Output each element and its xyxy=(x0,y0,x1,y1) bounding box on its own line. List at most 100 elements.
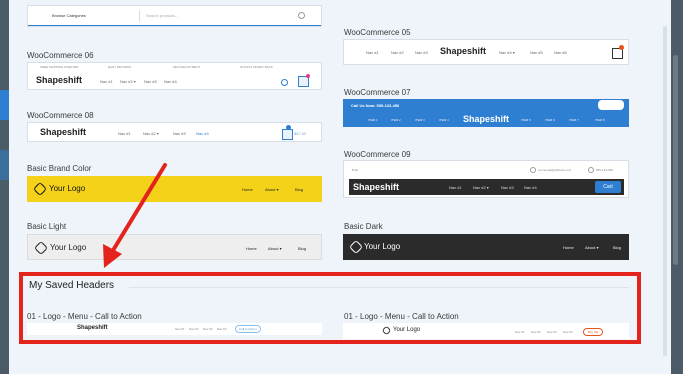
nav-item: Nav #3 xyxy=(173,131,186,136)
menu-item: ITEM 2 xyxy=(391,118,401,122)
menu-item: ITEM 6 xyxy=(545,118,555,122)
cart-icon xyxy=(282,129,293,140)
topbar-item: 30 DAYS MONEY BACK xyxy=(240,65,273,69)
background-strip xyxy=(0,150,9,180)
nav-item: Nav #1 xyxy=(515,330,525,334)
logo: Shapeshift xyxy=(77,325,108,331)
email-icon xyxy=(530,167,536,173)
thumb-saved-2[interactable]: Your Logo Nav #1 Nav #2 Nav #3 Nav #4 Bu… xyxy=(343,323,629,339)
thumb-woo05[interactable]: Nav #1 Nav #2 Nav #3 Shapeshift Nav #4 ▾… xyxy=(343,39,629,65)
logo-icon xyxy=(32,181,48,197)
logo-icon xyxy=(381,325,392,336)
nav-item: Nav #4 ▾ xyxy=(499,50,515,55)
nav-item: Nav #5 xyxy=(530,50,543,55)
cta-button: Buy Me xyxy=(583,328,604,336)
header-templates-modal: Browse Categories Search products... Woo… xyxy=(9,0,671,374)
social-icons: f t in xyxy=(352,168,358,172)
cart-button: Cart xyxy=(595,181,621,193)
nav-item: Nav #3 xyxy=(144,79,157,84)
nav-item: Nav #4 xyxy=(196,131,209,136)
thumb-basic-brand[interactable]: Your Logo Home About ▾ Blog xyxy=(27,176,322,202)
logo: Your Logo xyxy=(364,242,401,251)
background-strip xyxy=(0,90,9,120)
category-select: Browse Categories xyxy=(40,10,140,22)
nav-item: About ▾ xyxy=(268,246,282,251)
nav-item: Blog xyxy=(298,246,307,251)
card-title-woo09: WooCommerce 09 xyxy=(344,150,411,159)
nav-item: Nav #3 xyxy=(203,327,213,331)
logo: Shapeshift xyxy=(353,182,400,192)
nav-item: Nav #3 xyxy=(415,50,428,55)
menu-item: ITEM 4 xyxy=(439,118,449,122)
card-title-light: Basic Light xyxy=(27,222,67,231)
nav-item: Nav #1 xyxy=(366,50,379,55)
phone-icon xyxy=(588,167,594,173)
thumb-basic-light[interactable]: Your Logo Home About ▾ Blog xyxy=(27,234,322,260)
thumb-woo06[interactable]: FREE SHIPPING OVER $60 EASY RETURNS SECU… xyxy=(27,62,322,90)
background-right-edge xyxy=(671,0,683,374)
thumb-basic-dark[interactable]: Your Logo Home About ▾ Blog xyxy=(343,234,629,260)
phone-text: 555-123-456 xyxy=(596,168,614,172)
nav-item: Nav #4 xyxy=(164,79,177,84)
cta-button: Call to Action xyxy=(235,325,261,333)
thumb-search-header[interactable]: Browse Categories Search products... xyxy=(27,5,322,27)
nav-item: About ▾ xyxy=(585,245,599,250)
nav-item: Nav #3 xyxy=(547,330,557,334)
nav-item: Nav #1 xyxy=(118,131,131,136)
logo: Shapeshift xyxy=(463,114,510,124)
menu-item: ITEM 3 xyxy=(415,118,425,122)
thumb-saved-1[interactable]: Shapeshift Nav #1 Nav #2 Nav #3 Nav #4 C… xyxy=(27,323,322,335)
card-title-woo06: WooCommerce 06 xyxy=(27,51,94,60)
nav-item: Nav #2 xyxy=(531,330,541,334)
nav-item: Nav #1 xyxy=(100,79,113,84)
cart-badge xyxy=(619,45,624,50)
logo-icon xyxy=(33,240,49,256)
card-title-saved-2: 01 - Logo - Menu - Call to Action xyxy=(344,312,459,321)
cart-price: $57.00 xyxy=(294,131,307,136)
background-left-edge xyxy=(0,0,9,374)
cart-widget xyxy=(598,100,624,110)
nav-item: Home xyxy=(563,245,574,250)
background-scrollbar xyxy=(673,55,678,265)
email-text: youremail@address.com xyxy=(538,168,572,172)
thumb-woo08[interactable]: Shapeshift Nav #1 Nav #2 ▾ Nav #3 Nav #4… xyxy=(27,122,322,142)
card-title-dark: Basic Dark xyxy=(344,222,383,231)
nav-item: Blog xyxy=(613,245,622,250)
nav-item: Nav #4 xyxy=(524,185,537,190)
nav-item: Nav #2 xyxy=(391,50,404,55)
modal-scrollbar[interactable] xyxy=(663,26,667,356)
logo: Shapeshift xyxy=(36,75,83,85)
card-title-woo05: WooCommerce 05 xyxy=(344,28,411,37)
section-heading: My Saved Headers xyxy=(29,280,115,291)
thumb-woo07[interactable]: Call Us Now: 555-123-456 ITEM 1 ITEM 2 I… xyxy=(343,99,629,127)
topbar-item: FREE SHIPPING OVER $60 xyxy=(40,65,79,69)
nav-item: Blog xyxy=(295,187,304,192)
logo: Your Logo xyxy=(49,184,86,193)
nav-item: Nav #2 ▾ xyxy=(120,79,136,84)
nav-item: Nav #2 ▾ xyxy=(143,131,159,136)
divider xyxy=(129,287,629,288)
nav-item: Nav #3 xyxy=(501,185,514,190)
accent-line xyxy=(28,25,321,26)
nav-item: Nav #6 xyxy=(554,50,567,55)
nav-item: Nav #2 ▾ xyxy=(473,185,489,190)
logo: Shapeshift xyxy=(40,127,87,137)
nav-item: Nav #4 xyxy=(217,327,227,331)
cart-badge xyxy=(286,125,291,130)
card-title-brand: Basic Brand Color xyxy=(27,164,92,173)
topbar-item: EASY RETURNS xyxy=(108,65,132,69)
menu-item: ITEM 7 xyxy=(569,118,579,122)
nav-item: Home xyxy=(246,246,257,251)
nav-item: Nav #4 xyxy=(563,330,573,334)
eye-icon xyxy=(281,79,288,86)
cart-badge xyxy=(306,74,310,78)
dark-nav-bar: Shapeshift Nav #1 Nav #2 ▾ Nav #3 Nav #4… xyxy=(349,179,624,195)
logo: Your Logo xyxy=(50,243,87,252)
logo-icon xyxy=(348,239,364,255)
menu-item: ITEM 8 xyxy=(595,118,605,122)
logo: Shapeshift xyxy=(440,46,487,56)
card-title-woo08: WooCommerce 08 xyxy=(27,111,94,120)
thumb-woo09[interactable]: f t in youremail@address.com 555-123-456… xyxy=(343,160,629,198)
menu-item: ITEM 5 xyxy=(521,118,531,122)
card-title-saved-1: 01 - Logo - Menu - Call to Action xyxy=(27,312,142,321)
